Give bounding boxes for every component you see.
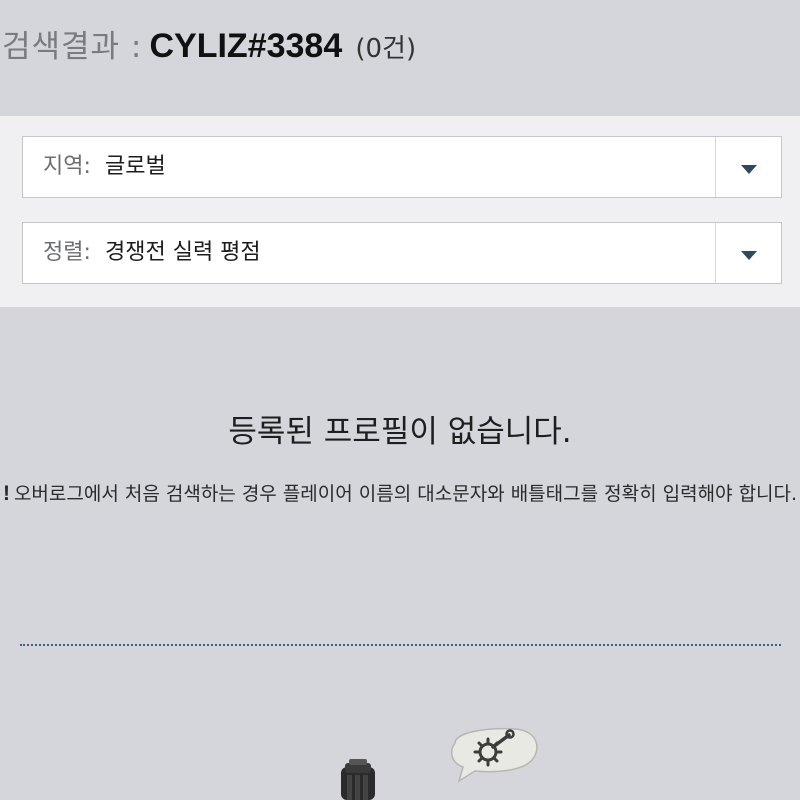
robot-figure-icon: [341, 759, 375, 800]
search-result-header: 검색결과 : CYLIZ#3384 (0건): [0, 0, 800, 116]
notice-text: 오버로그에서 처음 검색하는 경우 플레이어 이름의 대소문자와 배틀태그를 정…: [13, 483, 798, 505]
sort-select[interactable]: 정렬: 경쟁전 실력 평점: [22, 222, 782, 284]
warning-mark: !: [2, 482, 10, 505]
region-label: 지역:: [43, 154, 91, 179]
result-count: (0건): [355, 34, 417, 64]
dotted-divider: [20, 644, 781, 646]
sort-label: 정렬:: [43, 240, 91, 265]
chevron-down-icon: [741, 165, 757, 174]
title-prefix: 검색결과 :: [2, 29, 143, 65]
region-value: 글로벌: [105, 154, 166, 179]
search-query: CYLIZ#3384: [149, 27, 343, 65]
sort-value: 경쟁전 실력 평점: [105, 240, 261, 265]
settings-speech-bubble-icon: [450, 727, 538, 783]
empty-state-notice: ! 오버로그에서 처음 검색하는 경우 플레이어 이름의 대소문자와 배틀태그를 …: [0, 477, 800, 511]
empty-state-title: 등록된 프로필이 없습니다.: [228, 414, 572, 450]
page-title: 검색결과 : CYLIZ#3384 (0건): [2, 22, 416, 76]
sort-dropdown-button[interactable]: [715, 223, 781, 283]
region-select[interactable]: 지역: 글로벌: [22, 136, 782, 198]
chevron-down-icon: [741, 251, 757, 260]
region-dropdown-button[interactable]: [715, 137, 781, 197]
filter-panel: 지역: 글로벌 정렬: 경쟁전 실력 평점: [0, 116, 800, 307]
mascot-illustration: [341, 727, 538, 800]
